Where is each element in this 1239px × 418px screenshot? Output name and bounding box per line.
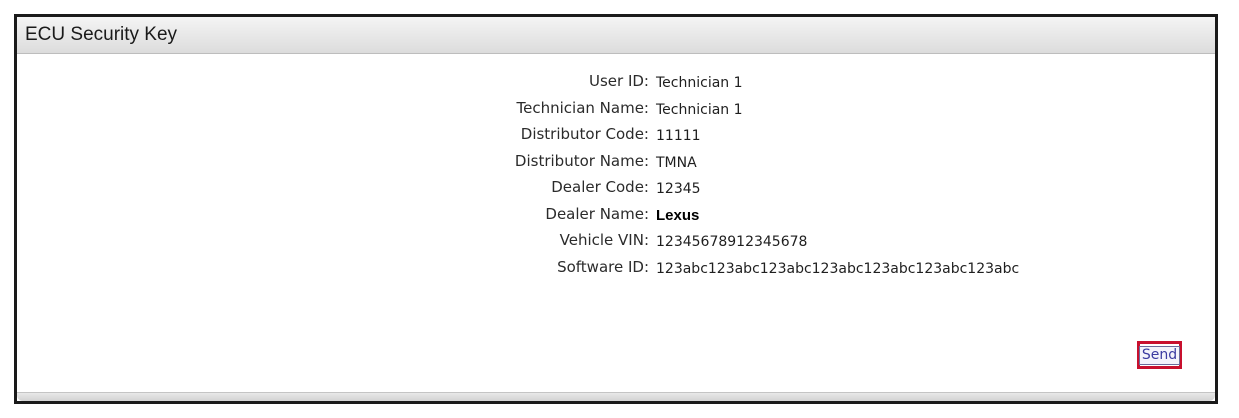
technician-name-value: Technician 1 (656, 101, 743, 118)
field-row-software-id: Software ID: 123abc123abc123abc123abc123… (17, 256, 1215, 283)
distributor-code-value: 11111 (656, 128, 701, 144)
dealer-code-label: Dealer Code: (551, 178, 649, 196)
distributor-code-label: Distributor Code: (520, 125, 649, 143)
info-fields: User ID: Technician 1 Technician Name: T… (17, 70, 1215, 282)
field-row-dealer-code: Dealer Code: 12345 (17, 176, 1215, 203)
technician-name-label: Technician Name: (516, 98, 649, 117)
distributor-name-value: TMNA (656, 154, 697, 171)
field-row-technician-name: Technician Name: Technician 1 (17, 97, 1215, 124)
field-row-dealer-name: Dealer Name: Lexus (17, 203, 1215, 230)
send-button-highlight: Send (1137, 341, 1182, 369)
dialog-body: User ID: Technician 1 Technician Name: T… (17, 54, 1215, 393)
field-row-user-id: User ID: Technician 1 (17, 70, 1215, 97)
field-row-distributor-code: Distributor Code: 11111 (17, 123, 1215, 150)
user-id-value: Technician 1 (656, 75, 743, 91)
user-id-label: User ID: (589, 72, 649, 90)
dialog-footer (17, 392, 1215, 401)
software-id-value: 123abc123abc123abc123abc123abc123abc123a… (656, 260, 1020, 277)
dialog-title: ECU Security Key (25, 24, 178, 45)
software-id-label: Software ID: (557, 257, 649, 276)
dealer-name-value: Lexus (656, 206, 700, 224)
dialog-titlebar: ECU Security Key (17, 17, 1215, 54)
distributor-name-label: Distributor Name: (514, 151, 649, 170)
vehicle-vin-value: 12345678912345678 (656, 234, 808, 250)
vehicle-vin-label: Vehicle VIN: (559, 231, 649, 249)
ecu-security-key-dialog: ECU Security Key User ID: Technician 1 T… (14, 14, 1218, 404)
field-row-distributor-name: Distributor Name: TMNA (17, 150, 1215, 177)
field-row-vehicle-vin: Vehicle VIN: 12345678912345678 (17, 229, 1215, 256)
send-button[interactable]: Send (1138, 345, 1181, 365)
dealer-name-label: Dealer Name: (545, 204, 649, 223)
dealer-code-value: 12345 (656, 181, 701, 197)
